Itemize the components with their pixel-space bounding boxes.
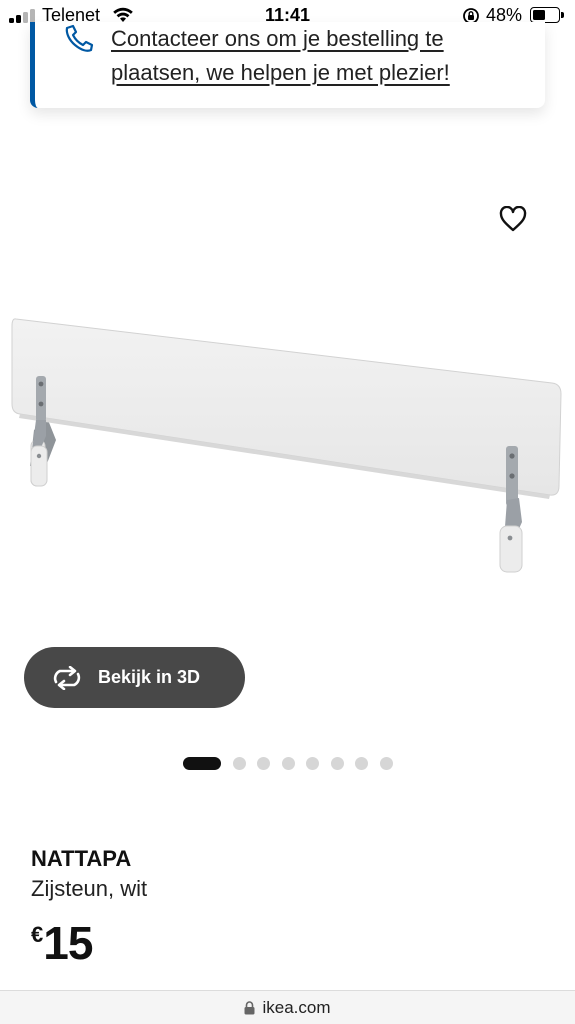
product-price: € 15 — [31, 917, 93, 969]
contact-banner[interactable]: Contacteer ons om je bestelling te plaat… — [30, 22, 545, 108]
url-text: ikea.com — [262, 997, 331, 1017]
favorite-button[interactable] — [494, 200, 532, 238]
contact-link[interactable]: Contacteer ons om je bestelling te plaat… — [111, 22, 531, 90]
price-currency: € — [31, 922, 44, 947]
phone-icon — [65, 24, 94, 52]
battery-icon — [530, 7, 564, 23]
rotate-3d-icon — [50, 664, 86, 692]
battery-level — [533, 10, 545, 20]
browser-url-bar[interactable]: ikea.com — [0, 990, 575, 1024]
lock-icon — [244, 1000, 255, 1015]
heart-icon — [499, 206, 527, 232]
product-image[interactable] — [0, 300, 575, 590]
pagination-dot[interactable] — [257, 757, 270, 770]
pagination-dot[interactable] — [232, 757, 246, 770]
pagination-dot[interactable] — [306, 757, 319, 770]
pagination-dot[interactable] — [330, 757, 344, 770]
image-pagination[interactable] — [183, 757, 404, 770]
product-description: Zijsteun, wit — [31, 876, 148, 901]
pagination-dot[interactable] — [281, 757, 295, 770]
pagination-dot[interactable] — [183, 757, 221, 770]
price-amount: 15 — [43, 917, 93, 969]
pagination-dot[interactable] — [379, 757, 393, 770]
view-3d-button[interactable]: Bekijk in 3D — [24, 647, 245, 708]
view-3d-label: Bekijk in 3D — [98, 667, 201, 687]
product-name: NATTAPA — [31, 846, 132, 871]
pagination-dot[interactable] — [355, 757, 368, 770]
